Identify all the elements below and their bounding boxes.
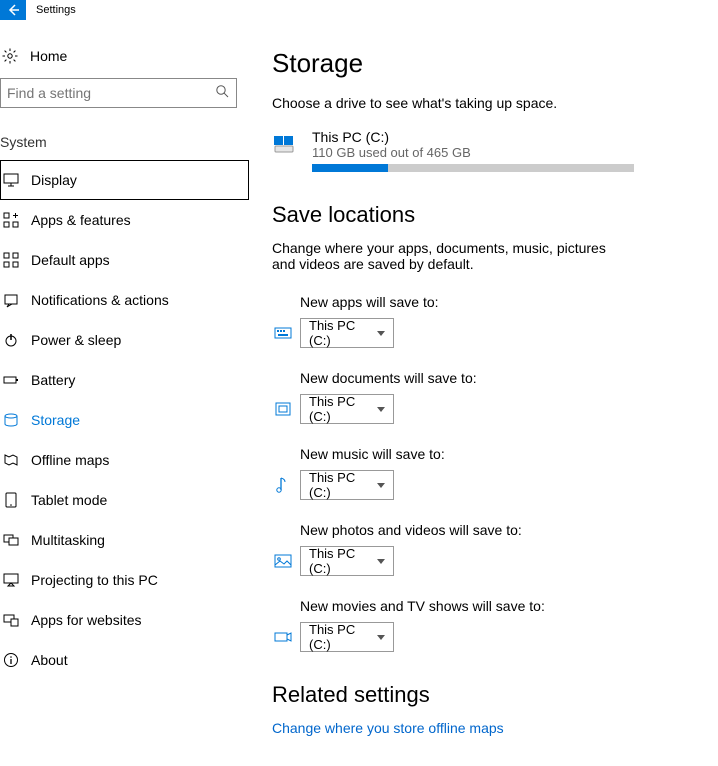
home-label: Home — [30, 48, 67, 64]
drive-row[interactable]: This PC (C:) 110 GB used out of 465 GB — [272, 129, 696, 172]
info-icon — [1, 652, 21, 668]
related-settings-heading: Related settings — [272, 682, 696, 708]
map-icon — [1, 452, 21, 468]
combo-value: This PC (C:) — [309, 622, 377, 652]
home-button[interactable]: Home — [0, 40, 250, 78]
default-apps-icon — [1, 252, 21, 268]
sidebar-item-about[interactable]: About — [0, 640, 249, 680]
drive-icon — [272, 133, 300, 157]
chevron-down-icon — [377, 635, 385, 640]
drive-usage-text: 110 GB used out of 465 GB — [312, 145, 696, 160]
apps-save-select[interactable]: This PC (C:) — [300, 318, 394, 348]
tablet-icon — [1, 492, 21, 508]
sidebar-item-notifications[interactable]: Notifications & actions — [0, 280, 249, 320]
notifications-icon — [1, 292, 21, 308]
documents-save-select[interactable]: This PC (C:) — [300, 394, 394, 424]
chevron-down-icon — [377, 407, 385, 412]
sidebar-item-multitasking[interactable]: Multitasking — [0, 520, 249, 560]
documents-save-icon — [272, 400, 294, 418]
battery-icon — [1, 372, 21, 388]
drive-name: This PC (C:) — [312, 129, 696, 145]
multitasking-icon — [1, 532, 21, 548]
page-intro: Choose a drive to see what's taking up s… — [272, 95, 696, 111]
offline-maps-link[interactable]: Change where you store offline maps — [272, 720, 696, 736]
arrow-left-icon — [6, 3, 20, 17]
sidebar-item-offline-maps[interactable]: Offline maps — [0, 440, 249, 480]
drive-usage-bar-fill — [312, 164, 388, 172]
display-icon — [1, 172, 21, 188]
search-input[interactable] — [0, 78, 237, 108]
projecting-icon — [1, 572, 21, 588]
save-label-music: New music will save to: — [300, 446, 696, 462]
storage-icon — [1, 412, 21, 428]
section-label: System — [0, 126, 250, 160]
title-bar: Settings — [0, 0, 718, 20]
combo-value: This PC (C:) — [309, 394, 377, 424]
sidebar-item-label: Display — [31, 172, 77, 188]
photos-save-select[interactable]: This PC (C:) — [300, 546, 394, 576]
apps-websites-icon — [1, 612, 21, 628]
sidebar-item-battery[interactable]: Battery — [0, 360, 249, 400]
sidebar-item-label: About — [31, 652, 68, 668]
sidebar-item-label: Storage — [31, 412, 80, 428]
photos-save-icon — [272, 552, 294, 570]
content: Storage Choose a drive to see what's tak… — [250, 20, 718, 766]
save-label-movies: New movies and TV shows will save to: — [300, 598, 696, 614]
sidebar-item-label: Apps & features — [31, 212, 131, 228]
combo-value: This PC (C:) — [309, 546, 377, 576]
movies-save-icon — [272, 628, 294, 646]
sidebar-item-label: Notifications & actions — [31, 292, 169, 308]
gear-icon — [0, 48, 20, 64]
power-icon — [1, 332, 21, 348]
sidebar-item-display[interactable]: Display — [0, 160, 249, 200]
save-locations-intro: Change where your apps, documents, music… — [272, 240, 632, 272]
save-label-photos: New photos and videos will save to: — [300, 522, 696, 538]
sidebar-item-label: Battery — [31, 372, 75, 388]
sidebar-item-apps-features[interactable]: Apps & features — [0, 200, 249, 240]
save-locations-heading: Save locations — [272, 202, 696, 228]
chevron-down-icon — [377, 483, 385, 488]
sidebar-item-power-sleep[interactable]: Power & sleep — [0, 320, 249, 360]
sidebar-item-label: Multitasking — [31, 532, 105, 548]
sidebar-item-label: Power & sleep — [31, 332, 121, 348]
sidebar-item-label: Default apps — [31, 252, 110, 268]
sidebar-item-storage[interactable]: Storage — [0, 400, 249, 440]
sidebar-item-default-apps[interactable]: Default apps — [0, 240, 249, 280]
combo-value: This PC (C:) — [309, 470, 377, 500]
chevron-down-icon — [377, 331, 385, 336]
sidebar-item-label: Apps for websites — [31, 612, 142, 628]
back-button[interactable] — [0, 0, 26, 20]
sidebar: Home System Display Apps & features Defa… — [0, 20, 250, 766]
music-save-icon — [272, 476, 294, 494]
sidebar-item-label: Projecting to this PC — [31, 572, 158, 588]
sidebar-item-apps-websites[interactable]: Apps for websites — [0, 600, 249, 640]
page-heading: Storage — [272, 48, 696, 79]
movies-save-select[interactable]: This PC (C:) — [300, 622, 394, 652]
music-save-select[interactable]: This PC (C:) — [300, 470, 394, 500]
chevron-down-icon — [377, 559, 385, 564]
search-icon — [215, 84, 229, 98]
combo-value: This PC (C:) — [309, 318, 377, 348]
window-title: Settings — [26, 0, 76, 20]
save-label-documents: New documents will save to: — [300, 370, 696, 386]
save-label-apps: New apps will save to: — [300, 294, 696, 310]
sidebar-item-projecting[interactable]: Projecting to this PC — [0, 560, 249, 600]
sidebar-item-tablet-mode[interactable]: Tablet mode — [0, 480, 249, 520]
sidebar-item-label: Offline maps — [31, 452, 109, 468]
sidebar-item-label: Tablet mode — [31, 492, 107, 508]
drive-usage-bar — [312, 164, 634, 172]
apps-save-icon — [272, 324, 294, 342]
apps-icon — [1, 212, 21, 228]
